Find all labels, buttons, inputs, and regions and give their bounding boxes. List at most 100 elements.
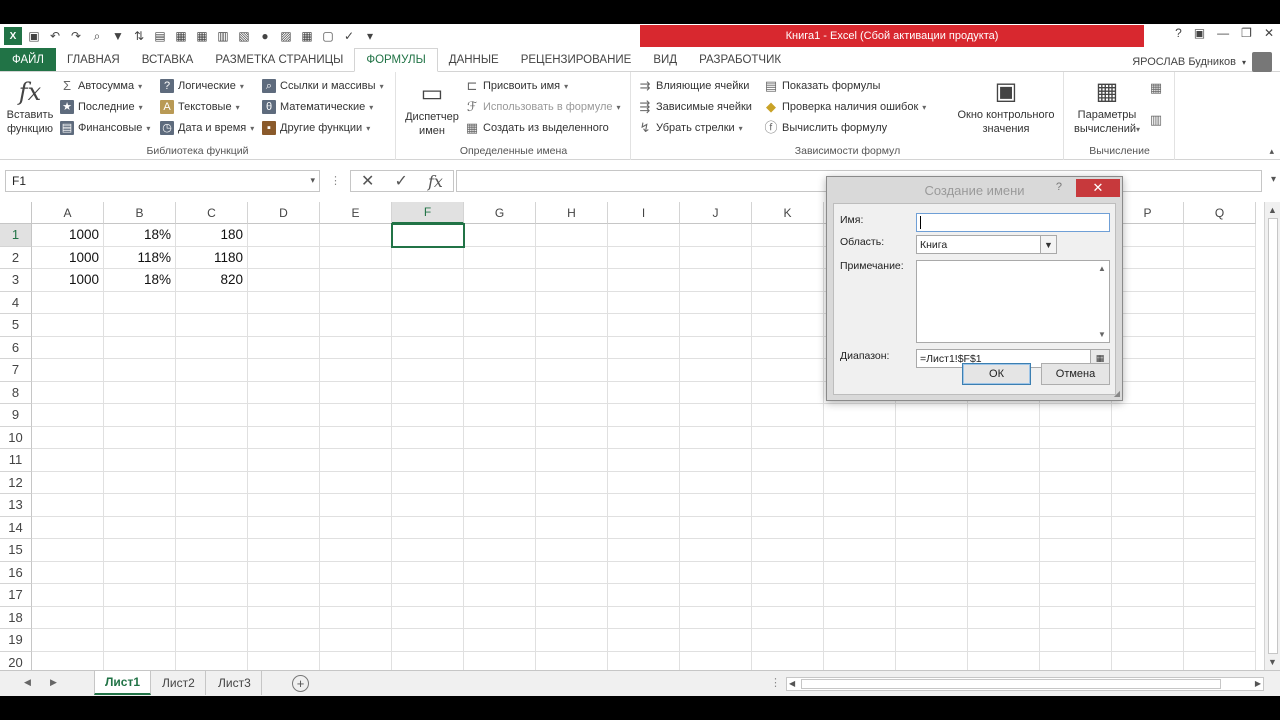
cell-a11[interactable] [32,449,104,472]
column-header-k[interactable]: K [752,202,824,224]
calc-options-button[interactable]: ▦ Параметры вычислений▾ [1069,78,1145,137]
cell-d6[interactable] [248,336,320,359]
user-account[interactable]: ЯРОСЛАВ Будников ▾ [1132,52,1272,72]
cell-g20[interactable] [464,651,536,670]
cell-f3[interactable] [392,269,464,292]
cell-h14[interactable] [536,516,608,539]
tab-formulas[interactable]: ФОРМУЛЫ [354,48,438,72]
cell-f2[interactable] [392,246,464,269]
cell-j2[interactable] [680,246,752,269]
cell-d7[interactable] [248,359,320,382]
tab-data[interactable]: ДАННЫЕ [438,48,510,71]
evaluate-formula-button[interactable]: ⓕ Вычислить формулу [764,118,887,138]
cell-e9[interactable] [320,404,392,427]
cell-l17[interactable] [824,584,896,607]
cell-g5[interactable] [464,314,536,337]
cell-c17[interactable] [176,584,248,607]
calc-now-button[interactable]: ▦ [1149,78,1163,98]
scope-select[interactable]: Книга ▼ [916,235,1057,254]
cell-j18[interactable] [680,606,752,629]
cell-c6[interactable] [176,336,248,359]
text-button[interactable]: A Текстовые ▾ [160,97,240,117]
cell-q13[interactable] [1184,494,1256,517]
cell-b13[interactable] [104,494,176,517]
cell-g17[interactable] [464,584,536,607]
name-box[interactable]: F1 ▾ [5,170,320,192]
column-header-b[interactable]: B [104,202,176,224]
cell-j20[interactable] [680,651,752,670]
column-header-g[interactable]: G [464,202,536,224]
cell-p14[interactable] [1112,516,1184,539]
cell-p15[interactable] [1112,539,1184,562]
cell-i19[interactable] [608,629,680,652]
row-header-5[interactable]: 5 [0,314,32,337]
cell-h2[interactable] [536,246,608,269]
fx-icon[interactable]: fx [428,172,443,191]
cell-h15[interactable] [536,539,608,562]
row-header-16[interactable]: 16 [0,561,32,584]
cell-l15[interactable] [824,539,896,562]
cell-k17[interactable] [752,584,824,607]
cell-f18[interactable] [392,606,464,629]
cell-l9[interactable] [824,404,896,427]
tab-developer[interactable]: РАЗРАБОТЧИК [688,48,792,71]
cell-g8[interactable] [464,381,536,404]
cell-h18[interactable] [536,606,608,629]
check-icon[interactable]: ✓ [395,171,408,191]
cell-k1[interactable] [752,224,824,247]
cell-g4[interactable] [464,291,536,314]
cell-b3[interactable]: 18% [104,269,176,292]
cell-i6[interactable] [608,336,680,359]
cell-d14[interactable] [248,516,320,539]
cell-h7[interactable] [536,359,608,382]
cell-b2[interactable]: 118% [104,246,176,269]
cell-l16[interactable] [824,561,896,584]
cell-i14[interactable] [608,516,680,539]
row-header-3[interactable]: 3 [0,269,32,292]
cell-i5[interactable] [608,314,680,337]
cell-d3[interactable] [248,269,320,292]
cell-a14[interactable] [32,516,104,539]
cell-k6[interactable] [752,336,824,359]
column-header-d[interactable]: D [248,202,320,224]
define-name-button[interactable]: ⊏ Присвоить имя ▾ [465,76,569,96]
cell-a7[interactable] [32,359,104,382]
cell-c7[interactable] [176,359,248,382]
cell-a4[interactable] [32,291,104,314]
cell-e6[interactable] [320,336,392,359]
cell-l13[interactable] [824,494,896,517]
row-header-13[interactable]: 13 [0,494,32,517]
cell-q6[interactable] [1184,336,1256,359]
comment-textarea[interactable]: ▲ ▼ [916,260,1110,343]
cell-f1[interactable] [392,224,464,247]
select-all-corner[interactable] [0,202,32,224]
cell-o19[interactable] [1040,629,1112,652]
cell-b1[interactable]: 18% [104,224,176,247]
cell-e7[interactable] [320,359,392,382]
horizontal-scrollbar[interactable]: ◀ ▶ [786,677,1264,691]
redo-icon[interactable]: ↷ [67,27,85,45]
cell-a10[interactable] [32,426,104,449]
cell-q19[interactable] [1184,629,1256,652]
undo-icon[interactable]: ↶ [46,27,64,45]
table-icon[interactable]: ▦ [172,27,190,45]
cell-e13[interactable] [320,494,392,517]
cell-l18[interactable] [824,606,896,629]
cell-q3[interactable] [1184,269,1256,292]
error-checking-button[interactable]: ◆ Проверка наличия ошибок ▾ [764,97,926,117]
create-from-selection-button[interactable]: ▦ Создать из выделенного [465,118,609,138]
vertical-scrollbar[interactable]: ▲ ▼ [1264,202,1280,670]
scroll-up-icon[interactable]: ▲ [1098,264,1106,273]
cell-o20[interactable] [1040,651,1112,670]
cell-d8[interactable] [248,381,320,404]
cell-o18[interactable] [1040,606,1112,629]
cell-k19[interactable] [752,629,824,652]
cell-e19[interactable] [320,629,392,652]
cell-a6[interactable] [32,336,104,359]
cell-q18[interactable] [1184,606,1256,629]
cell-j12[interactable] [680,471,752,494]
cell-n17[interactable] [968,584,1040,607]
cell-j8[interactable] [680,381,752,404]
cell-c2[interactable]: 1180 [176,246,248,269]
cell-h4[interactable] [536,291,608,314]
